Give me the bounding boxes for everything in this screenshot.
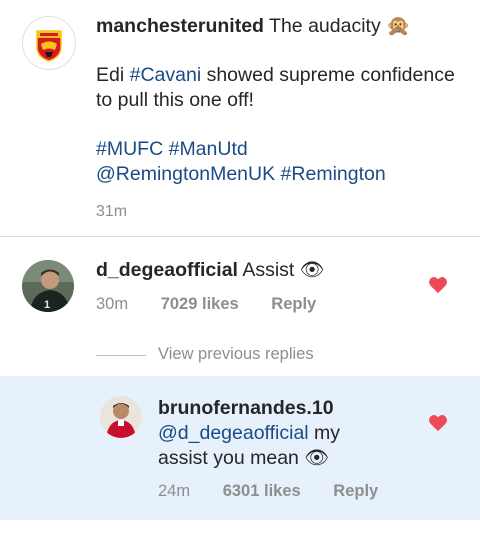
caption-first-line: manchesterunited The audacity 🙊 <box>96 14 466 39</box>
mention-degea[interactable]: @d_degeaofficial <box>158 422 309 444</box>
caption-para-text-a: Edi <box>96 64 130 86</box>
eye-emoji-icon: 👁 <box>304 447 330 469</box>
bruno-reply-line1: @d_degeaofficial my <box>158 421 418 446</box>
degea-reply-button[interactable]: Reply <box>271 295 316 313</box>
degea-meta: 30m 7029 likes Reply <box>96 295 316 314</box>
club-crest-icon <box>24 18 74 68</box>
caption-tags: #MUFC #ManUtd @RemingtonMenUK #Remington <box>96 137 466 187</box>
caption-text: The audacity <box>269 15 381 37</box>
bruno-time: 24m <box>158 482 191 500</box>
mention-remingtonmenuk[interactable]: @RemingtonMenUK <box>96 163 275 185</box>
manchesterunited-avatar[interactable] <box>22 16 76 70</box>
caption-block: manchesterunited The audacity 🙊 Edi #Cav… <box>96 14 466 224</box>
bruno-reply-button[interactable]: Reply <box>333 482 378 500</box>
svg-text:1: 1 <box>44 299 50 311</box>
bruno-reply: brunofernandes.10 @d_degeaofficial my as… <box>158 396 418 471</box>
degea-avatar[interactable]: 1 <box>22 260 74 312</box>
degea-username[interactable]: d_degeaofficial <box>96 259 238 281</box>
hashtag-manutd[interactable]: #ManUtd <box>169 138 248 160</box>
heart-filled-icon <box>429 277 447 294</box>
bruno-username-text[interactable]: brunofernandes.10 <box>158 397 334 419</box>
degea-comment-text: Assist <box>242 259 295 281</box>
caption-paragraph: Edi #Cavani showed supreme confidence to… <box>96 63 466 113</box>
caption-username[interactable]: manchesterunited <box>96 15 264 37</box>
hashtag-mufc[interactable]: #MUFC <box>96 138 163 160</box>
hashtag-cavani[interactable]: #Cavani <box>130 64 202 86</box>
bruno-username: brunofernandes.10 <box>158 396 418 421</box>
degea-likes[interactable]: 7029 likes <box>161 295 239 313</box>
bruno-reply-text-b: assist you mean <box>158 447 299 469</box>
view-previous-line <box>96 355 146 356</box>
degea-time: 30m <box>96 295 129 313</box>
bruno-reply-text-a: my <box>308 422 341 444</box>
bruno-likes[interactable]: 6301 likes <box>223 482 301 500</box>
degea-like-button[interactable] <box>428 276 448 299</box>
bruno-photo-icon <box>100 396 142 438</box>
monkey-emoji-icon: 🙊 <box>386 15 411 37</box>
caption-time: 31m <box>96 203 128 220</box>
bruno-avatar[interactable] <box>100 396 142 438</box>
degea-photo-icon: 1 <box>22 260 74 312</box>
eye-emoji-icon: 👁 <box>299 259 325 281</box>
bruno-like-button[interactable] <box>428 414 448 437</box>
degea-comment: d_degeaofficial Assist 👁 <box>96 258 325 283</box>
view-previous-replies[interactable]: View previous replies <box>158 345 314 364</box>
bruno-reply-line2: assist you mean 👁 <box>158 446 418 471</box>
heart-filled-icon <box>429 415 447 432</box>
bruno-meta: 24m 6301 likes Reply <box>158 482 378 501</box>
hashtag-remington[interactable]: #Remington <box>281 163 386 185</box>
divider <box>0 236 480 237</box>
